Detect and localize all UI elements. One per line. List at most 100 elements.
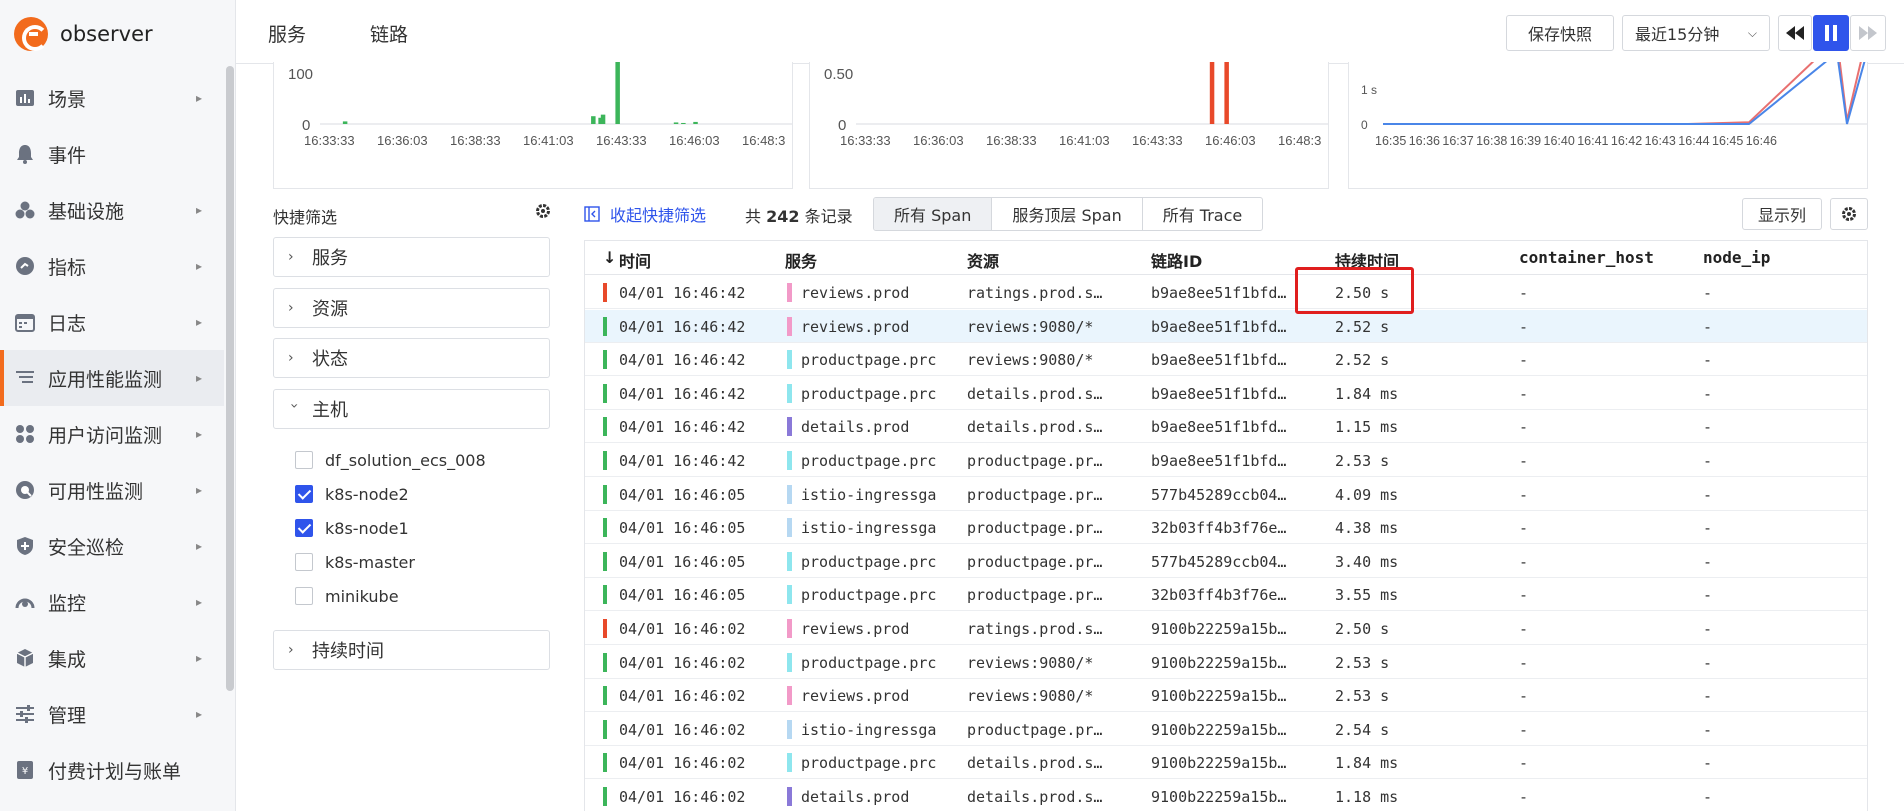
column-header-duration[interactable]: 持续时间	[1335, 248, 1399, 272]
tab-traces[interactable]: 链路	[370, 20, 409, 65]
table-row[interactable]: 04/01 16:46:05 productpage.prc productpage…	[585, 545, 1867, 578]
cell-container-host: -	[1519, 788, 1529, 806]
x-tick-label: 16:46:03	[1205, 133, 1256, 148]
table-row[interactable]: 04/01 16:46:02 productpage.prc details.pro…	[585, 746, 1867, 780]
cell-time: 04/01 16:46:02	[619, 720, 746, 739]
time-range-select[interactable]: 最近15分钟 ⌵	[1622, 15, 1770, 51]
service-color-marker	[787, 551, 792, 571]
sidebar-item-bell[interactable]: 事件	[0, 126, 224, 182]
filter-group-host[interactable]: › 主机	[273, 389, 550, 429]
host-filter-option[interactable]: k8s-node1	[295, 516, 409, 540]
sidebar-item-label: 集成	[48, 648, 87, 671]
cell-container-host: -	[1519, 620, 1529, 638]
sidebar-item-infra[interactable]: 基础设施 ▸	[0, 182, 224, 238]
logo[interactable]: observer	[14, 16, 153, 52]
sidebar-item-label: 用户访问监测	[48, 424, 163, 447]
rewind-button[interactable]	[1778, 15, 1812, 51]
sidebar-item-bill[interactable]: ¥ 付费计划与账单	[0, 742, 224, 798]
chart-request-count: 100 0 16:33:33 16:36:03 16:38:33 16:41:03 16:4…	[273, 62, 793, 189]
table-row[interactable]: 04/01 16:46:42 productpage.prc details.pro…	[585, 377, 1867, 410]
table-row[interactable]: 04/01 16:46:05 istio-ingressga productpage…	[585, 478, 1867, 511]
column-header-resource[interactable]: 资源	[967, 248, 999, 272]
column-header-time[interactable]: 时间	[619, 248, 651, 272]
table-row[interactable]: 04/01 16:46:02 reviews.prod reviews:9080/*…	[585, 679, 1867, 713]
x-tick-label: 16:38:33	[986, 133, 1037, 148]
sidebar-scrollbar[interactable]	[226, 66, 234, 691]
collapse-quick-filter-link[interactable]: 收起快捷筛选	[584, 202, 706, 226]
cell-duration: 2.53 s	[1335, 687, 1390, 706]
sidebar-item-label: 管理	[48, 704, 87, 727]
filter-group-duration[interactable]: › 持续时间	[273, 630, 550, 670]
service-color-marker	[787, 417, 792, 437]
table-row[interactable]: 04/01 16:46:42 productpage.prc productpage…	[585, 444, 1867, 477]
host-filter-option[interactable]: df_solution_ecs_008	[295, 448, 486, 472]
cell-container-host: -	[1519, 284, 1529, 302]
show-columns-button[interactable]: 显示列	[1742, 198, 1822, 230]
column-header-service[interactable]: 服务	[785, 248, 817, 272]
bar	[615, 62, 620, 124]
sidebar-item-cube[interactable]: 集成 ▸	[0, 630, 224, 686]
quick-filter-settings-gear-icon[interactable]	[534, 202, 552, 220]
checkbox[interactable]	[295, 519, 313, 537]
checkbox[interactable]	[295, 553, 313, 571]
table-row[interactable]: 04/01 16:46:02 reviews.prod ratings.prod.s…	[585, 612, 1867, 645]
tab-services[interactable]: 服务	[268, 20, 306, 47]
table-row[interactable]: 04/01 16:46:02 productpage.prc reviews:908…	[585, 646, 1867, 679]
table-row[interactable]: 04/01 16:46:02 istio-ingressga productpage…	[585, 713, 1867, 746]
x-tick-label: 16:41	[1577, 134, 1608, 148]
filter-group-status[interactable]: › 状态	[273, 338, 550, 378]
sidebar-item-shield[interactable]: 安全巡检 ▸	[0, 518, 224, 574]
sort-desc-icon[interactable]: ↓	[603, 248, 616, 267]
cell-resource: reviews:9080/*	[967, 687, 1094, 706]
filter-group-resource[interactable]: › 资源	[273, 288, 550, 328]
column-header-trace-id[interactable]: 链路ID	[1151, 248, 1202, 272]
status-indicator	[603, 585, 607, 605]
sidebar-item-gauge[interactable]: 指标 ▸	[0, 238, 224, 294]
filter-group-service[interactable]: › 服务	[273, 237, 550, 277]
segment-all-trace[interactable]: 所有 Trace	[1141, 198, 1263, 230]
segment-all-span[interactable]: 所有 Span	[874, 198, 992, 230]
checkbox[interactable]	[295, 485, 313, 503]
cell-container-host: -	[1519, 351, 1529, 370]
table-row[interactable]: 04/01 16:46:42 reviews.prod ratings.prod.s…	[585, 276, 1867, 309]
sidebar-item-label: 日志	[48, 312, 87, 335]
sidebar-item-sliders[interactable]: 管理 ▸	[0, 686, 224, 742]
forward-button[interactable]	[1850, 15, 1886, 51]
save-snapshot-button[interactable]: 保存快照	[1506, 15, 1614, 51]
x-tick-label: 16:44	[1678, 134, 1709, 148]
sidebar-item-log[interactable]: 日志 ▸	[0, 294, 224, 350]
sidebar: observer 场景 ▸ 事件 基础设施 ▸ 指标 ▸ 日志 ▸ 应用性能监测 ▸ 用户访问监测 ▸ 可…	[0, 0, 236, 811]
host-filter-option[interactable]: minikube	[295, 584, 399, 608]
table-row[interactable]: 04/01 16:46:05 productpage.prc productpage…	[585, 578, 1867, 612]
table-row[interactable]: 04/01 16:46:42 reviews.prod reviews:9080/*…	[585, 309, 1867, 343]
expand-arrow-icon: ▸	[195, 651, 202, 665]
host-filter-option[interactable]: k8s-node2	[295, 482, 409, 506]
cell-trace-id: 9100b22259a15b…	[1151, 620, 1287, 638]
sidebar-item-rum[interactable]: 用户访问监测 ▸	[0, 406, 224, 462]
table-row[interactable]: 04/01 16:46:02 details.prod details.prod.s…	[585, 780, 1867, 811]
sidebar-item-dial[interactable]: 可用性监测 ▸	[0, 462, 224, 518]
column-header-node-ip[interactable]: node_ip	[1703, 248, 1770, 267]
cell-trace-id: 9100b22259a15b…	[1151, 653, 1287, 672]
checkbox[interactable]	[295, 451, 313, 469]
table-row[interactable]: 04/01 16:46:42 details.prod details.prod.s…	[585, 410, 1867, 444]
host-filter-option[interactable]: k8s-master	[295, 550, 415, 574]
column-header-container-host[interactable]: container_host	[1519, 248, 1654, 267]
status-indicator	[603, 417, 607, 437]
cell-trace-id: 9100b22259a15b…	[1151, 754, 1287, 773]
table-row[interactable]: 04/01 16:46:05 istio-ingressga productpage…	[585, 511, 1867, 545]
sidebar-item-monitor[interactable]: 监控 ▸	[0, 574, 224, 630]
sidebar-item-chart[interactable]: 场景 ▸	[0, 70, 224, 126]
cell-node-ip: -	[1703, 720, 1713, 739]
apm-icon	[14, 367, 36, 389]
table-row[interactable]: 04/01 16:46:42 productpage.prc reviews:908…	[585, 343, 1867, 377]
bar	[693, 121, 698, 124]
cell-service: productpage.prc	[801, 653, 937, 672]
rewind-icon	[1786, 26, 1804, 40]
bill-icon: ¥	[14, 759, 36, 781]
sidebar-item-apm[interactable]: 应用性能监测 ▸	[0, 350, 224, 406]
checkbox[interactable]	[295, 587, 313, 605]
table-settings-button[interactable]	[1830, 198, 1868, 230]
segment-service-top-span[interactable]: 服务顶层 Span	[991, 198, 1141, 230]
pause-button[interactable]	[1813, 15, 1849, 51]
